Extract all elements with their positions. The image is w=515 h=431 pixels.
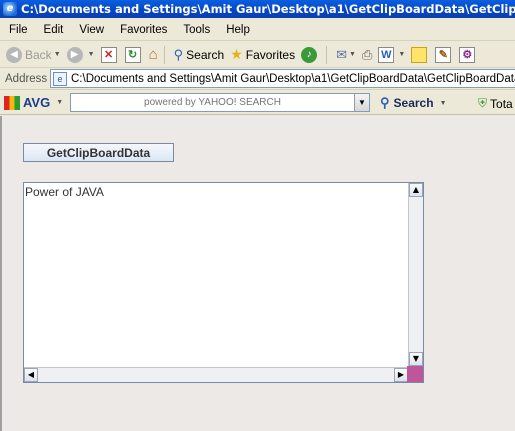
menu-file[interactable]: File <box>0 24 35 36</box>
avg-search-input[interactable] <box>71 94 354 111</box>
mail-icon: ✉ <box>336 46 348 62</box>
avg-total-button[interactable]: ⛨ Tota <box>478 96 513 111</box>
scroll-right-icon[interactable]: ▶ <box>394 368 408 382</box>
get-clipboard-data-button[interactable]: GetClipBoardData <box>23 143 174 162</box>
menu-favorites[interactable]: Favorites <box>111 24 174 36</box>
refresh-icon: ↻ <box>124 46 141 63</box>
stop-icon: ✕ <box>100 46 117 63</box>
favorites-star-icon: ★ <box>230 46 243 62</box>
favorites-button[interactable]: ★ Favorites <box>230 46 295 63</box>
edit-dropdown-icon[interactable]: ▼ <box>398 51 405 58</box>
menu-view[interactable]: View <box>70 24 111 36</box>
menu-bar: File Edit View Favorites Tools Help <box>0 19 515 41</box>
search-icon: ⚲ <box>173 46 184 62</box>
media-button[interactable]: ♪ <box>301 46 320 63</box>
messenger-button[interactable]: ⚙ <box>459 46 477 63</box>
vertical-scrollbar[interactable]: ▲ ▼ <box>408 183 423 366</box>
discuss-button[interactable] <box>411 46 429 63</box>
scroll-down-icon[interactable]: ▼ <box>409 352 423 366</box>
search-label: Search <box>186 47 225 62</box>
window-title: C:\Documents and Settings\Amit Gaur\Desk… <box>21 2 515 16</box>
title-bar: e C:\Documents and Settings\Amit Gaur\De… <box>0 0 515 18</box>
forward-arrow-icon: ▶ <box>66 46 83 63</box>
forward-dropdown-icon[interactable]: ▼ <box>88 51 95 58</box>
address-label: Address <box>5 72 48 85</box>
avg-search-box[interactable]: ▼ <box>70 93 370 112</box>
menu-tools[interactable]: Tools <box>174 24 217 36</box>
back-dropdown-icon[interactable]: ▼ <box>54 51 61 58</box>
page-icon: e <box>53 71 67 86</box>
mail-button[interactable]: ✉ ▼ <box>336 47 356 63</box>
search-button[interactable]: ⚲ Search <box>174 47 225 63</box>
forward-button[interactable]: ▶ ▼ <box>66 46 95 63</box>
textarea-content: Power of JAVA <box>25 185 104 199</box>
avg-toolbar: AVG ▼ ▼ ⚲ Search ▼ ⛨ Tota <box>0 91 515 115</box>
avg-logo-icon <box>4 95 20 110</box>
menu-edit[interactable]: Edit <box>35 24 71 36</box>
stop-button[interactable]: ✕ <box>100 46 119 63</box>
mail-dropdown-icon[interactable]: ▼ <box>349 51 356 58</box>
scroll-left-icon[interactable]: ◀ <box>24 368 38 382</box>
address-field[interactable]: e C:\Documents and Settings\Amit Gaur\De… <box>50 69 515 88</box>
address-bar: Address e C:\Documents and Settings\Amit… <box>0 68 515 90</box>
ie-icon: e <box>3 2 17 16</box>
avg-search-button[interactable]: ⚲ Search ▼ <box>380 95 447 111</box>
shield-icon: ⛨ <box>478 96 488 110</box>
edit-button[interactable]: W ▼ <box>378 46 405 63</box>
avg-search-label: Search <box>393 96 434 110</box>
scroll-up-icon[interactable]: ▲ <box>409 183 423 197</box>
print-button[interactable]: ⎙ <box>362 47 372 63</box>
avg-logo-button[interactable]: AVG ▼ <box>4 95 63 110</box>
avg-logo-text: AVG <box>23 95 51 110</box>
media-icon: ♪ <box>301 46 318 63</box>
horizontal-scrollbar[interactable]: ◀ ▶ <box>24 367 408 382</box>
favorites-label: Favorites <box>245 47 296 62</box>
refresh-button[interactable]: ↻ <box>124 46 143 63</box>
print-icon: ⎙ <box>361 46 373 62</box>
home-icon: ⌂ <box>148 46 158 63</box>
menu-help[interactable]: Help <box>217 24 257 36</box>
back-button[interactable]: ◀ Back ▼ <box>6 46 61 63</box>
address-value: C:\Documents and Settings\Amit Gaur\Desk… <box>71 72 515 85</box>
avg-total-label: Tota <box>490 96 513 111</box>
messenger-icon: ⚙ <box>459 46 476 63</box>
back-label: Back <box>25 47 52 62</box>
avg-search-dropdown-arrow-icon[interactable]: ▼ <box>440 100 447 107</box>
avg-search-icon: ⚲ <box>380 95 390 110</box>
research-button[interactable]: ✎ <box>435 46 453 63</box>
back-arrow-icon: ◀ <box>6 46 22 63</box>
clipboard-text-area[interactable]: Power of JAVA ▲ ▼ ◀ ▶ <box>23 182 424 383</box>
standard-toolbar: ◀ Back ▼ ▶ ▼ ✕ ↻ ⌂ ⚲ Search ★ Favorites … <box>0 42 515 68</box>
scroll-corner <box>407 366 423 382</box>
home-button[interactable]: ⌂ <box>149 46 158 63</box>
research-icon: ✎ <box>435 46 452 63</box>
applet-area: GetClipBoardData Power of JAVA ▲ ▼ ◀ ▶ <box>0 116 515 431</box>
avg-search-dropdown-icon[interactable]: ▼ <box>354 94 369 111</box>
toolbar-separator <box>326 45 328 64</box>
avg-dropdown-icon[interactable]: ▼ <box>56 99 63 106</box>
toolbar-separator <box>163 45 165 64</box>
note-icon <box>411 46 428 63</box>
word-icon: W <box>378 46 395 63</box>
